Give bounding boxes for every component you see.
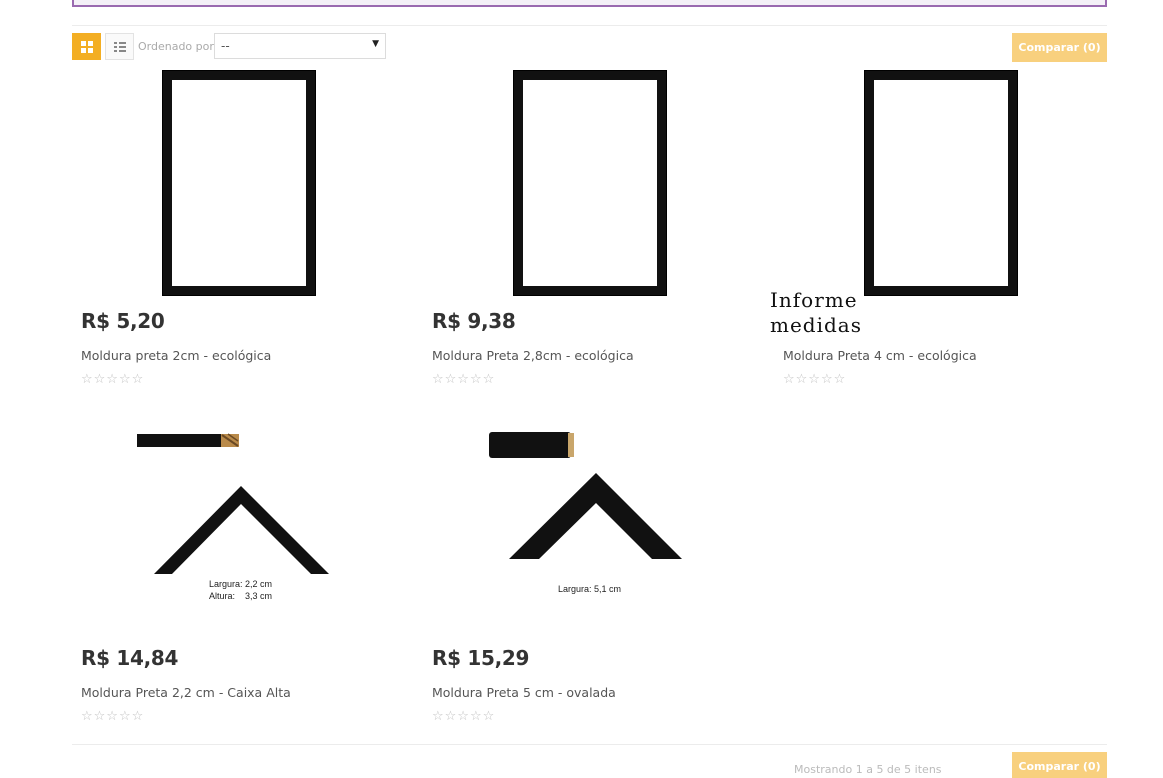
- star-outline-icon: ☆☆☆☆☆: [81, 372, 145, 387]
- pagination-info: Mostrando 1 a 5 de 5 itens: [794, 763, 942, 776]
- product-card[interactable]: R$ 5,20 Moldura preta 2cm - ecológica ☆☆…: [81, 70, 381, 390]
- product-image[interactable]: [81, 70, 381, 310]
- product-name[interactable]: Moldura Preta 4 cm - ecológica: [783, 348, 977, 363]
- product-name[interactable]: Moldura preta 2cm - ecológica: [81, 348, 271, 363]
- product-price: R$ 9,38: [432, 309, 516, 333]
- list-view-button[interactable]: [105, 33, 134, 60]
- product-price: R$ 5,20: [81, 309, 165, 333]
- product-price: R$ 15,29: [432, 646, 530, 670]
- product-card[interactable]: Largura: 5,1 cm R$ 15,29 Moldura Preta 5…: [432, 420, 732, 730]
- compare-button[interactable]: Comparar (0): [1012, 33, 1107, 62]
- product-name[interactable]: Moldura Preta 2,2 cm - Caixa Alta: [81, 685, 291, 700]
- product-card[interactable]: Largura: 2,2 cm Altura: 3,3 cm R$ 14,84 …: [81, 420, 381, 730]
- product-price: R$ 14,84: [81, 646, 179, 670]
- product-image[interactable]: [432, 70, 732, 310]
- star-outline-icon: ☆☆☆☆☆: [783, 372, 847, 387]
- product-image[interactable]: Largura: 5,1 cm: [432, 420, 732, 660]
- star-outline-icon: ☆☆☆☆☆: [432, 372, 496, 387]
- frame-width-label: Largura: 2,2 cm: [209, 579, 272, 589]
- frame-profile-image: Largura: 2,2 cm Altura: 3,3 cm: [137, 433, 329, 601]
- star-outline-icon: ☆☆☆☆☆: [81, 709, 145, 724]
- frame-height-label: Altura: 3,3 cm: [209, 591, 272, 601]
- sort-label: Ordenado por: [138, 40, 214, 53]
- frame-width-label: Largura: 5,1 cm: [558, 584, 621, 594]
- caret-down-icon: ▼: [372, 39, 379, 49]
- product-card[interactable]: R$ 9,38 Moldura Preta 2,8cm - ecológica …: [432, 70, 732, 390]
- price-overlay-text: Informe medidas: [770, 288, 862, 337]
- product-name[interactable]: Moldura Preta 5 cm - ovalada: [432, 685, 616, 700]
- list-icon: [114, 42, 126, 52]
- top-message-box: [72, 0, 1107, 7]
- divider: [72, 744, 1107, 745]
- compare-button-bottom[interactable]: Comparar (0): [1012, 752, 1107, 778]
- product-card[interactable]: Informe medidas Moldura Preta 4 cm - eco…: [770, 70, 1083, 390]
- sort-select[interactable]: -- ▼: [214, 33, 386, 59]
- divider: [72, 25, 1107, 26]
- grid-icon: [80, 40, 93, 53]
- sort-select-value: --: [221, 39, 230, 53]
- grid-view-button[interactable]: [72, 33, 101, 60]
- star-outline-icon: ☆☆☆☆☆: [432, 709, 496, 724]
- frame-profile-image: Largura: 5,1 cm: [489, 432, 682, 594]
- product-name[interactable]: Moldura Preta 2,8cm - ecológica: [432, 348, 634, 363]
- product-image[interactable]: [783, 70, 1083, 310]
- product-image[interactable]: Largura: 2,2 cm Altura: 3,3 cm: [81, 420, 381, 660]
